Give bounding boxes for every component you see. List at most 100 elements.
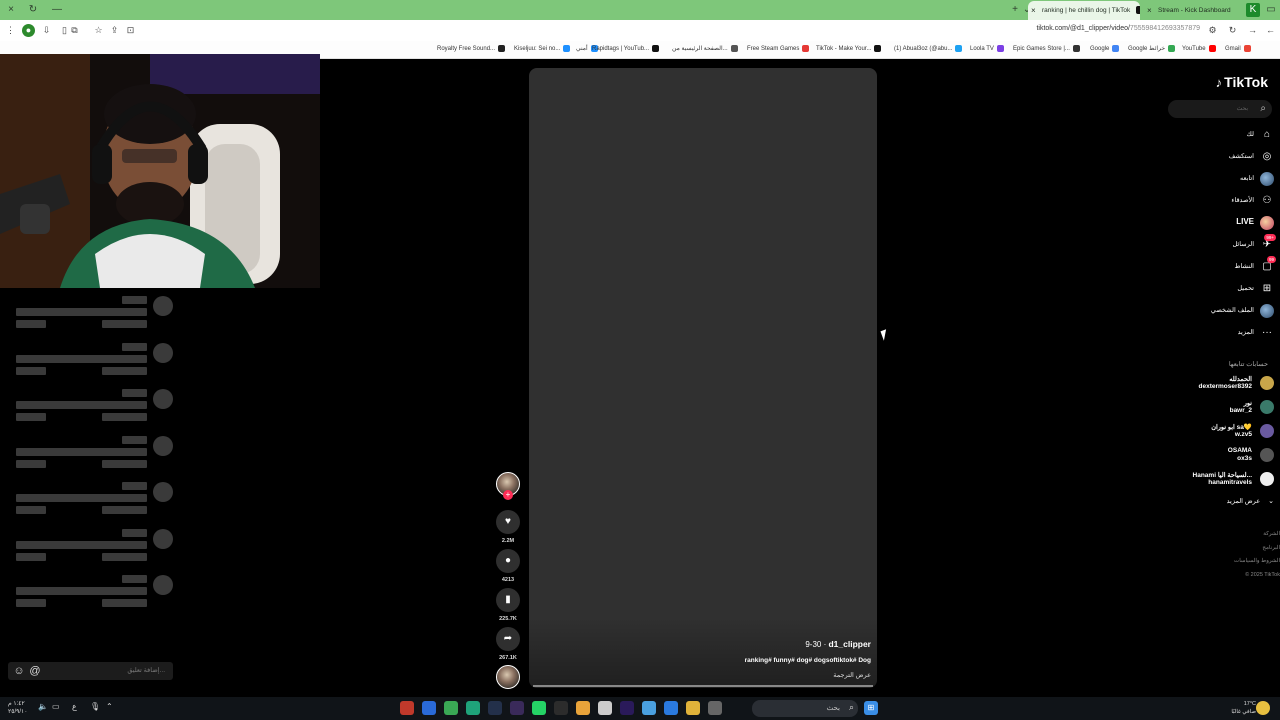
compass-icon[interactable]: ◎ — [1260, 150, 1274, 164]
bookmark-item[interactable]: Google — [1090, 45, 1120, 52]
share-icon[interactable]: ⇪ — [108, 24, 121, 37]
following-account[interactable]: Hanami لسياحة اليا... hanamitravels — [1154, 470, 1274, 490]
app-icon-1[interactable] — [400, 701, 414, 715]
app-icon-2[interactable] — [422, 701, 436, 715]
weather-widget[interactable]: 17°C صافي غالبًا — [1231, 700, 1256, 716]
app-icon-8[interactable] — [554, 701, 568, 715]
menu-dots-icon[interactable]: ⋮ — [4, 24, 17, 37]
minimize-icon[interactable]: — — [50, 3, 64, 17]
heart-icon[interactable]: ♥ — [496, 510, 520, 534]
like-action[interactable]: ♥ 2.2M — [496, 510, 520, 544]
bookmark-item[interactable]: (1) Abual3oz (@abu... — [894, 45, 963, 52]
friends-icon[interactable]: ⚇ — [1260, 194, 1274, 208]
tiktok-search[interactable]: بحث ⌕ — [1168, 100, 1272, 118]
nav-item-live[interactable]: LIVE — [1134, 215, 1274, 231]
app-icon-3[interactable] — [444, 701, 458, 715]
nav-item-friends[interactable]: الأصدقاء ⚇ — [1134, 193, 1274, 209]
account-avatar[interactable] — [1260, 400, 1274, 414]
nav-item-upload[interactable]: تحميل ⊞ — [1134, 281, 1274, 297]
extension-icon[interactable]: ● — [22, 24, 35, 37]
video-author[interactable]: 9-30 · d1_clipper — [805, 639, 871, 649]
bookmark-icon[interactable]: ▮ — [496, 588, 520, 612]
forward-icon[interactable]: → — [1246, 24, 1259, 37]
see-more-button[interactable]: عرض المزيد ⌄ — [1227, 497, 1274, 505]
account-avatar[interactable] — [1260, 448, 1274, 462]
video-username[interactable]: d1_clipper — [828, 639, 871, 649]
following-account[interactable]: OSAMA ox3s — [1154, 446, 1274, 466]
app-icon-15[interactable] — [708, 701, 722, 715]
account-avatar[interactable] — [1260, 376, 1274, 390]
tab-tiktok[interactable]: × ranking | he chillin dog | TikTok — [1028, 1, 1140, 20]
nav-item-messages[interactable]: الرسائل ✈ 99+ — [1134, 234, 1276, 253]
following-account[interactable]: الحمدلله dextermoser8392 — [1154, 374, 1274, 394]
bookmark-item[interactable]: Rapidtags | YouTub... — [592, 45, 660, 52]
chrome-icon[interactable] — [576, 701, 590, 715]
tab-kick[interactable]: × Stream - Kick Dashboard — [1144, 1, 1244, 20]
video-caption[interactable]: ranking# funny# dog# dogsoftiktok# Dog — [745, 657, 871, 664]
search-icon[interactable]: ⌕ — [849, 702, 854, 713]
volume-icon[interactable]: 🔈 — [38, 702, 48, 711]
copy-link-icon[interactable]: ⧉ — [68, 24, 81, 37]
network-icon[interactable]: ▭ — [52, 702, 60, 711]
account-avatar[interactable] — [1260, 472, 1274, 486]
close-tab-icon[interactable]: × — [1031, 1, 1036, 20]
app-icon-5[interactable] — [488, 701, 502, 715]
see-translation-link[interactable]: عرض الترجمة — [833, 671, 871, 679]
whatsapp-icon[interactable] — [532, 701, 546, 715]
nav-item-more[interactable]: المزيد ··· — [1134, 325, 1274, 341]
following-avatar[interactable] — [1260, 172, 1274, 186]
install-app-icon[interactable]: ⊡ — [124, 24, 137, 37]
share-arrow-icon[interactable]: ➦ — [496, 627, 520, 651]
windows-start-icon[interactable]: ⊞ — [864, 701, 878, 715]
window-restore-icon[interactable]: ▭ — [1264, 3, 1278, 17]
close-window-icon[interactable]: × — [4, 3, 18, 17]
bookmark-item[interactable]: Royalty Free Sound... — [437, 45, 506, 52]
home-icon[interactable]: ⌂ — [1260, 128, 1274, 142]
bookmark-item[interactable]: Free Steam Games — [747, 45, 810, 52]
downloads-icon[interactable]: ⇩ — [40, 24, 53, 37]
account-avatar[interactable] — [1260, 424, 1274, 438]
live-icon[interactable] — [1260, 216, 1274, 230]
mention-icon[interactable]: @ — [28, 664, 42, 678]
save-action[interactable]: ▮ 225.7K — [496, 588, 520, 622]
follow-plus-icon[interactable]: + — [503, 490, 513, 500]
language-indicator[interactable]: ع — [72, 702, 77, 711]
app-icon-12[interactable] — [642, 701, 656, 715]
taskbar-search[interactable]: بحث ⌕ — [752, 700, 858, 717]
comment-icon[interactable]: ● — [496, 549, 520, 573]
bookmark-star-icon[interactable]: ☆ — [92, 24, 105, 37]
nav-item-compass[interactable]: استكشف ◎ — [1134, 149, 1274, 165]
tiktok-logo[interactable]: ♪ TikTok — [1216, 74, 1268, 90]
nav-item-following[interactable]: اتابعه — [1134, 171, 1274, 187]
music-disc-icon[interactable] — [496, 665, 520, 689]
refresh-icon[interactable]: ↻ — [1226, 24, 1239, 37]
bookmark-item[interactable]: Loola TV — [970, 45, 1004, 52]
more-icon[interactable]: ··· — [1260, 326, 1274, 340]
premiere-icon[interactable] — [620, 701, 634, 715]
close-tab-icon[interactable]: × — [1147, 1, 1152, 20]
footer-link[interactable]: الشركة — [1220, 528, 1280, 542]
app-icon-10[interactable] — [598, 701, 612, 715]
nav-item-home[interactable]: لك ⌂ — [1134, 127, 1274, 143]
share-action[interactable]: ➦ 267.1K — [496, 627, 520, 661]
folder-icon[interactable] — [686, 701, 700, 715]
bookmark-item[interactable]: TikTok - Make Your... — [816, 45, 882, 52]
upload-icon[interactable]: ⊞ — [1260, 282, 1274, 296]
comment-action[interactable]: ● 4213 — [496, 549, 520, 583]
app-icon-13[interactable] — [664, 701, 678, 715]
footer-link[interactable]: الشروط والسياسات — [1220, 555, 1280, 569]
tray-chevron-icon[interactable]: ⌃ — [106, 702, 113, 711]
bookmark-item[interactable]: Kiseljuu: Sei no... — [514, 45, 571, 52]
nav-item-activity[interactable]: النشاط ▢ 99 — [1134, 256, 1276, 275]
reload-icon[interactable]: ↻ — [26, 3, 40, 17]
footer-link[interactable]: © 2025 TikTok — [1220, 569, 1280, 583]
microphone-icon[interactable]: 🎙 — [90, 702, 100, 711]
app-icon-6[interactable] — [510, 701, 524, 715]
profile-avatar[interactable] — [1260, 304, 1274, 318]
bookmark-item[interactable]: Epic Games Store |... — [1013, 45, 1080, 52]
footer-link[interactable]: البرنامج — [1220, 542, 1280, 556]
bookmark-item[interactable]: Google خرائط — [1128, 45, 1176, 52]
site-settings-icon[interactable]: ⚙ — [1206, 24, 1219, 37]
search-icon[interactable]: ⌕ — [1260, 103, 1266, 114]
video-player[interactable]: 9-30 · d1_clipper ranking# funny# dog# d… — [529, 68, 877, 688]
